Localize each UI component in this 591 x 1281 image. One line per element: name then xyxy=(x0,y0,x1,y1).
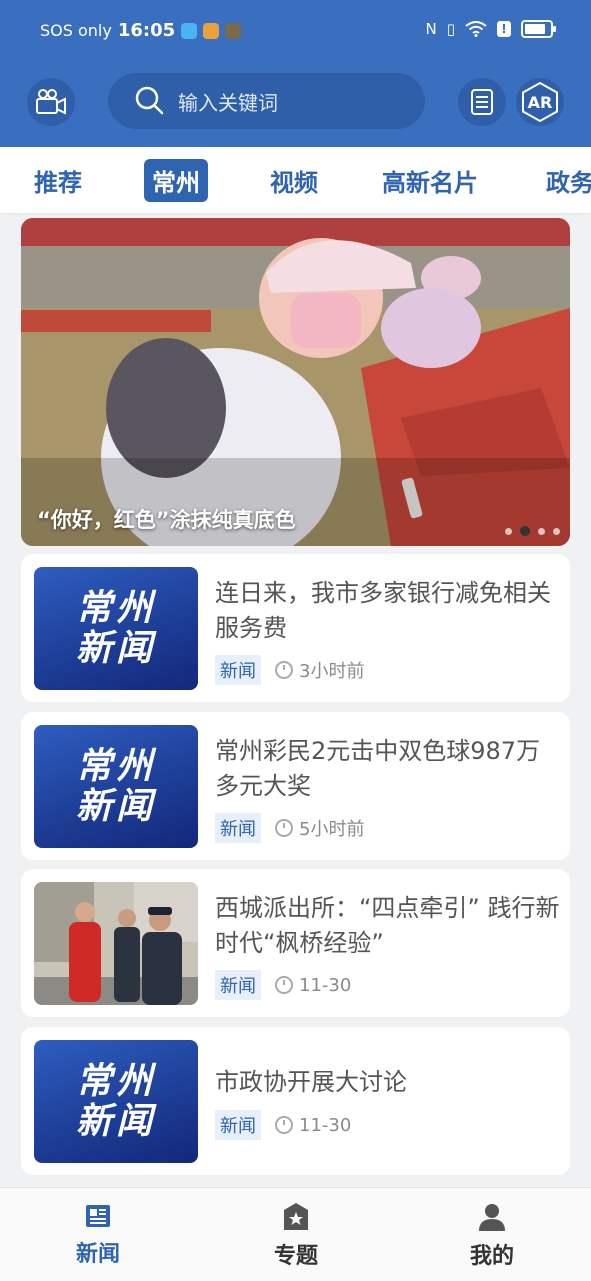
news-tag: 新闻 xyxy=(215,970,261,1000)
video-camera-button[interactable] xyxy=(27,78,75,126)
ar-label: AR xyxy=(527,92,553,112)
tab-changzhou[interactable]: 常州 xyxy=(144,147,208,213)
news-meta: 新闻 11-30 xyxy=(215,1110,351,1140)
news-time: 11-30 xyxy=(299,974,352,996)
news-title: 西城派出所：“四点牵引” 践行新时代“枫桥经验” xyxy=(215,894,560,957)
nav-me-label: 我的 xyxy=(469,1244,514,1269)
newspaper-list-icon xyxy=(471,89,493,115)
news-tag: 新闻 xyxy=(215,813,261,843)
wifi-icon xyxy=(465,21,487,37)
tab-gaoxin[interactable]: 高新名片 xyxy=(382,147,478,213)
carousel-indicator xyxy=(505,526,560,536)
news-title: 常州彩民2元击中双色球987万多元大奖 xyxy=(215,737,541,800)
banner-carousel[interactable]: “你好，红色”涂抹纯真底色 xyxy=(21,218,570,546)
alert-icon: ! xyxy=(497,21,511,37)
nfc-icon: N xyxy=(425,20,437,38)
clock-icon xyxy=(275,976,293,994)
carousel-dot xyxy=(538,527,545,535)
news-tag: 新闻 xyxy=(215,655,261,685)
status-bar: SOS only 16:05 N ▯ ! xyxy=(0,0,591,66)
news-item[interactable]: 常州 新闻 市政协开展大讨论 新闻 11-30 xyxy=(21,1027,570,1175)
nav-topics[interactable]: 专题 xyxy=(236,1202,356,1270)
changzhou-news-logo-thumbnail: 常州 新闻 xyxy=(34,1040,198,1163)
news-title: 连日来，我市多家银行减免相关服务费 xyxy=(215,579,551,642)
carousel-dot xyxy=(505,527,512,535)
clock-icon xyxy=(275,819,293,837)
nav-news[interactable]: 新闻 xyxy=(38,1202,158,1268)
notification-app-icon xyxy=(181,22,198,39)
newspaper-icon xyxy=(86,1205,110,1227)
ar-button[interactable]: AR xyxy=(516,78,564,126)
news-meta: 新闻 3小时前 xyxy=(215,655,364,685)
banner-photo xyxy=(21,218,570,546)
news-time: 3小时前 xyxy=(299,661,365,682)
carousel-dot-active xyxy=(520,526,530,536)
clock-icon xyxy=(275,661,293,679)
tab-video[interactable]: 视频 xyxy=(270,147,318,213)
changzhou-news-logo-thumbnail: 常州 新闻 xyxy=(34,567,198,690)
bottom-navigation: 新闻 专题 我的 xyxy=(0,1187,591,1281)
news-item[interactable]: 常州 新闻 常州彩民2元击中双色球987万多元大奖 新闻 5小时前 xyxy=(21,712,570,860)
carrier-text: SOS only xyxy=(40,21,112,40)
nav-me[interactable]: 我的 xyxy=(432,1202,552,1270)
video-camera-icon xyxy=(36,89,66,115)
news-time: 5小时前 xyxy=(299,819,365,840)
vibrate-icon: ▯ xyxy=(446,20,455,38)
app-header: SOS only 16:05 N ▯ ! 输入关键词 AR xyxy=(0,0,591,147)
notification-app-icon xyxy=(203,22,220,39)
news-time: 11-30 xyxy=(299,1114,352,1136)
news-item[interactable]: 常州 新闻 连日来，我市多家银行减免相关服务费 新闻 3小时前 xyxy=(21,554,570,702)
news-meta: 新闻 11-30 xyxy=(215,970,351,1000)
news-meta: 新闻 5小时前 xyxy=(215,813,364,843)
news-tag: 新闻 xyxy=(215,1110,261,1140)
nav-news-label: 新闻 xyxy=(75,1242,120,1267)
person-icon xyxy=(479,1204,505,1231)
battery-icon xyxy=(521,20,556,38)
category-tabs: 推荐 常州 视频 高新名片 政务 xyxy=(0,147,591,213)
carousel-dot xyxy=(553,527,560,535)
clock-icon xyxy=(275,1116,293,1134)
tab-recommend[interactable]: 推荐 xyxy=(34,147,82,213)
search-bar[interactable]: 输入关键词 xyxy=(108,73,425,129)
changzhou-news-logo-thumbnail: 常州 新闻 xyxy=(34,725,198,848)
star-badge-icon xyxy=(284,1203,308,1230)
tab-government[interactable]: 政务 xyxy=(546,147,591,213)
nav-topics-label: 专题 xyxy=(273,1244,318,1269)
news-title: 市政协开展大讨论 xyxy=(215,1068,407,1096)
banner-caption: “你好，红色”涂抹纯真底色 xyxy=(37,508,296,532)
news-item[interactable]: 西城派出所：“四点牵引” 践行新时代“枫桥经验” 新闻 11-30 xyxy=(21,869,570,1017)
search-placeholder: 输入关键词 xyxy=(178,90,278,115)
clock-time: 16:05 xyxy=(117,20,176,41)
search-icon xyxy=(135,86,164,115)
notification-app-icon xyxy=(225,22,242,39)
digital-paper-button[interactable] xyxy=(458,78,506,126)
news-photo-thumbnail xyxy=(34,882,198,1005)
